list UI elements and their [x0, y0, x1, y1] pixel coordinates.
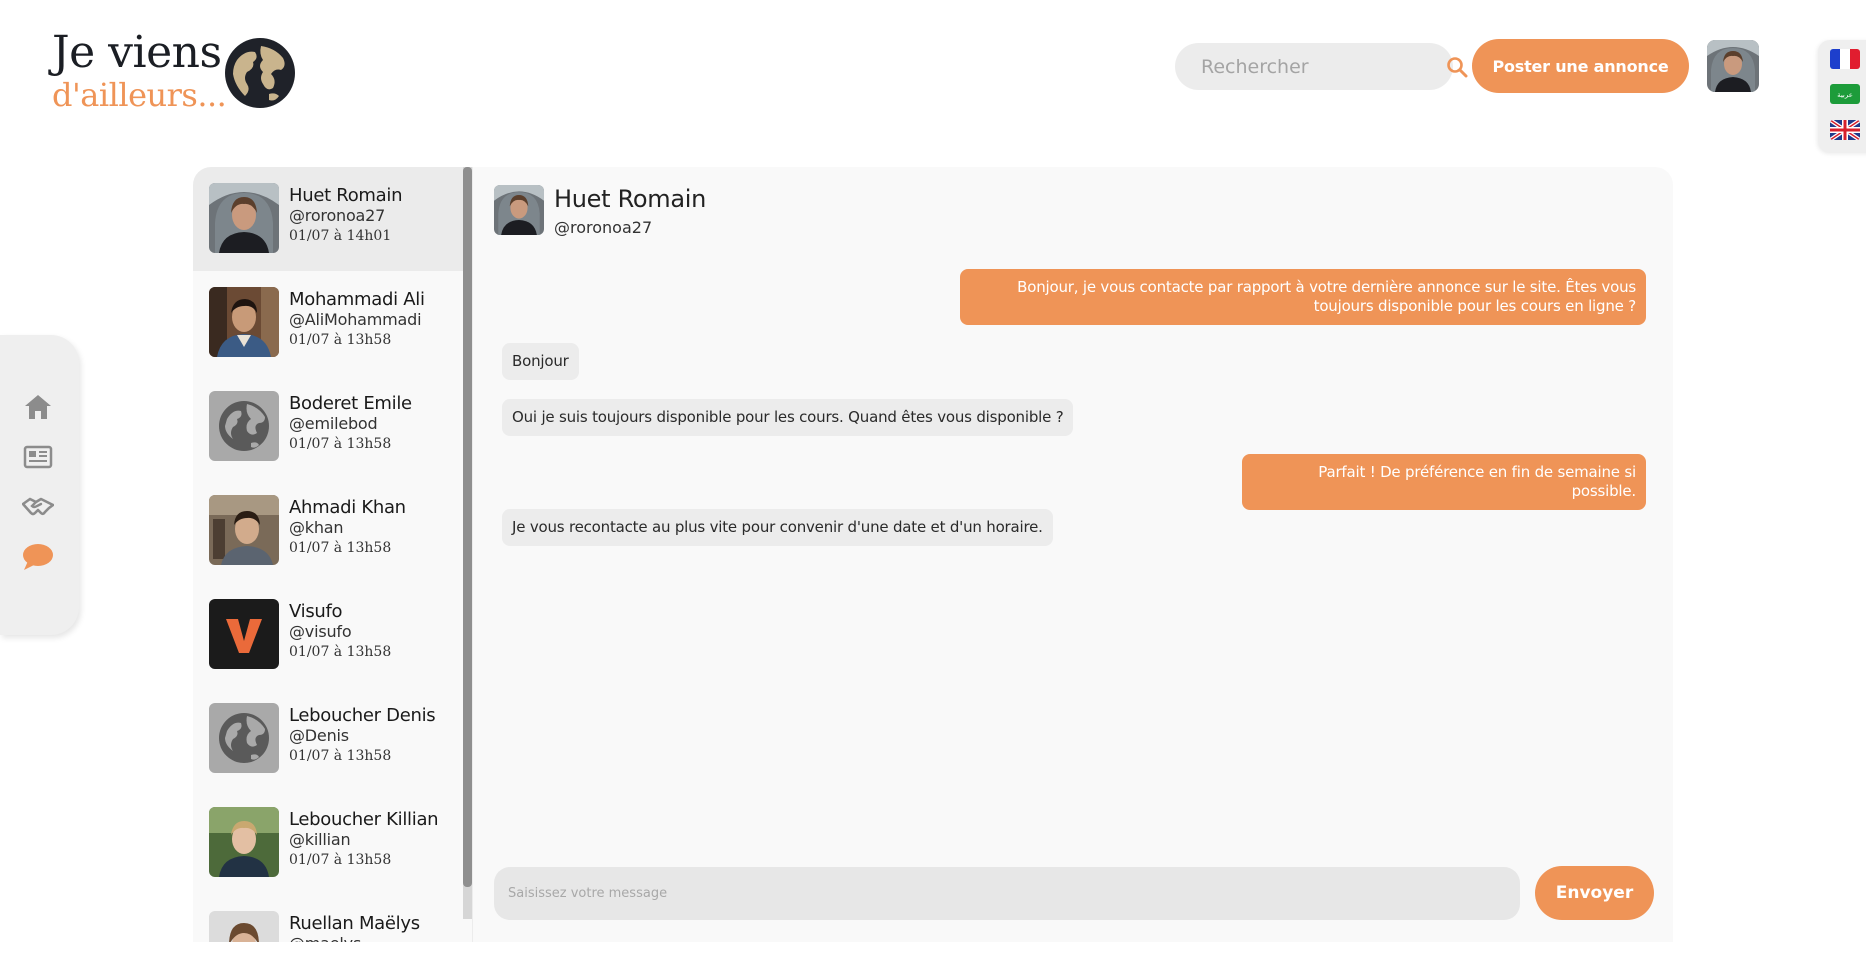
- contact-item[interactable]: Leboucher Killian @killian 01/07 à 13h58: [193, 791, 463, 895]
- contact-item[interactable]: Huet Romain @roronoa27 01/07 à 14h01: [193, 167, 463, 271]
- nav-news[interactable]: [22, 441, 54, 473]
- contact-list: Huet Romain @roronoa27 01/07 à 14h01 Moh…: [193, 167, 463, 942]
- nav-deals[interactable]: [22, 491, 54, 523]
- contact-name: Leboucher Killian: [289, 809, 439, 830]
- contact-handle: @emilebod: [289, 414, 378, 433]
- search-bar: [1175, 43, 1468, 90]
- conversation-contact-name: Huet Romain: [554, 185, 707, 213]
- contact-time: 01/07 à 13h58: [289, 332, 392, 348]
- flag-fr-icon[interactable]: [1830, 49, 1860, 69]
- search-input[interactable]: [1175, 54, 1446, 79]
- contact-handle: @roronoa27: [289, 206, 386, 225]
- chat-icon: [23, 544, 53, 570]
- conversation-contact-handle: @roronoa27: [554, 218, 653, 237]
- contact-item[interactable]: Mohammadi Ali @AliMohammadi 01/07 à 13h5…: [193, 271, 463, 375]
- avatar: [209, 807, 279, 877]
- contact-handle: @AliMohammadi: [289, 310, 422, 329]
- message-received: Oui je suis toujours disponible pour les…: [502, 399, 1074, 436]
- contact-name: Boderet Emile: [289, 393, 412, 414]
- conversation-avatar[interactable]: [494, 185, 544, 235]
- contact-handle: @Denis: [289, 726, 349, 745]
- contact-item[interactable]: Leboucher Denis @Denis 01/07 à 13h58: [193, 687, 463, 791]
- handshake-icon: [22, 497, 54, 516]
- contact-handle: @visufo: [289, 622, 352, 641]
- send-button[interactable]: Envoyer: [1535, 866, 1654, 920]
- contact-item[interactable]: Ruellan Maëlys @maelys: [193, 895, 463, 942]
- contact-name: Huet Romain: [289, 185, 403, 206]
- news-icon: [23, 445, 53, 469]
- side-navigation: [0, 335, 79, 635]
- panel-divider: [472, 167, 473, 942]
- contact-handle: @maelys: [289, 934, 361, 942]
- contact-time: 01/07 à 13h58: [289, 852, 392, 868]
- nav-home[interactable]: [22, 391, 54, 423]
- message-sent: Parfait ! De préférence en fin de semain…: [1242, 454, 1646, 510]
- contact-name: Mohammadi Ali: [289, 289, 425, 310]
- scrollbar-thumb[interactable]: [463, 167, 472, 887]
- contact-handle: @killian: [289, 830, 351, 849]
- flag-en-icon[interactable]: [1830, 120, 1860, 140]
- contact-name: Ruellan Maëlys: [289, 913, 420, 934]
- contact-name: Leboucher Denis: [289, 705, 436, 726]
- contact-item[interactable]: Ahmadi Khan @khan 01/07 à 13h58: [193, 479, 463, 583]
- site-logo[interactable]: Je viens d'ailleurs...: [52, 27, 295, 115]
- contact-item[interactable]: Boderet Emile @emilebod 01/07 à 13h58: [193, 375, 463, 479]
- avatar: [209, 183, 279, 253]
- language-switcher: عربية: [1818, 40, 1866, 153]
- contact-time: 01/07 à 13h58: [289, 436, 392, 452]
- contact-time: 01/07 à 13h58: [289, 644, 392, 660]
- home-icon: [25, 395, 51, 419]
- contact-name: Ahmadi Khan: [289, 497, 406, 518]
- messenger-panel: Huet Romain @roronoa27 01/07 à 14h01 Moh…: [193, 167, 1673, 942]
- contact-handle: @khan: [289, 518, 344, 537]
- globe-logo-icon: [225, 38, 295, 108]
- message-received: Bonjour: [502, 343, 579, 380]
- contact-name: Visufo: [289, 601, 343, 622]
- visufo-logo-icon: [209, 599, 279, 669]
- contact-time: 01/07 à 13h58: [289, 748, 392, 764]
- user-avatar[interactable]: [1707, 40, 1759, 92]
- avatar: [209, 287, 279, 357]
- logo-title: Je viens: [52, 27, 222, 78]
- default-avatar-globe-icon: [209, 391, 279, 461]
- svg-text:عربية: عربية: [1837, 91, 1853, 99]
- default-avatar-globe-icon: [209, 703, 279, 773]
- post-ad-button[interactable]: Poster une annonce: [1472, 39, 1689, 93]
- logo-subtitle: d'ailleurs...: [52, 76, 227, 115]
- message-sent: Bonjour, je vous contacte par rapport à …: [960, 269, 1646, 325]
- search-icon[interactable]: [1446, 50, 1468, 84]
- flag-ar-icon[interactable]: عربية: [1830, 84, 1860, 104]
- contact-item[interactable]: Visufo @visufo 01/07 à 13h58: [193, 583, 463, 687]
- message-input[interactable]: [494, 867, 1520, 920]
- message-received: Je vous recontacte au plus vite pour con…: [502, 509, 1053, 546]
- contact-time: 01/07 à 14h01: [289, 228, 392, 244]
- avatar: [209, 911, 279, 942]
- contact-time: 01/07 à 13h58: [289, 540, 392, 556]
- avatar: [209, 495, 279, 565]
- nav-messages[interactable]: [22, 541, 54, 573]
